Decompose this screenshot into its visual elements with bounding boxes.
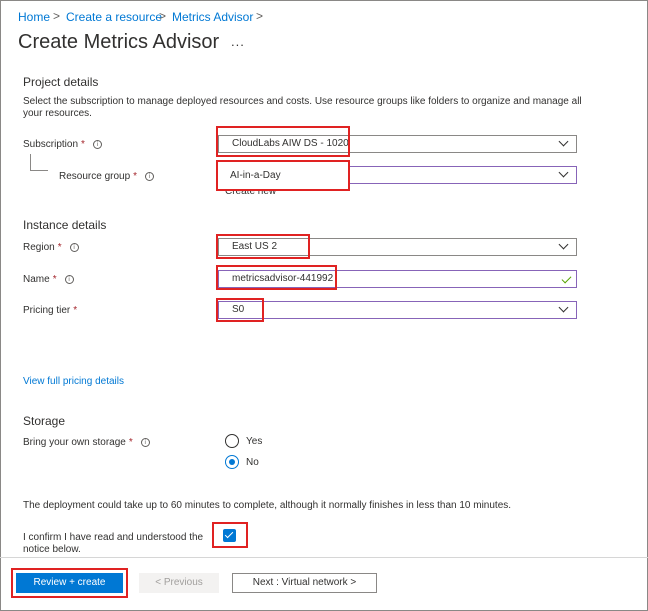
instance-details-heading: Instance details — [23, 218, 107, 232]
confirm-label-line1: I confirm I have read and understood the — [23, 532, 204, 543]
breadcrumb-metrics-advisor[interactable]: Metrics Advisor — [172, 10, 253, 24]
subscription-label: Subscription * i — [23, 139, 102, 150]
resource-group-value-overlay: AI-in-a-Day — [230, 170, 281, 181]
name-label-text: Name — [23, 274, 50, 285]
project-details-description: Select the subscription to manage deploy… — [23, 96, 582, 119]
project-details-heading: Project details — [23, 75, 99, 89]
chevron-right-icon: > — [256, 9, 264, 23]
byos-no-label: No — [246, 457, 259, 468]
tree-connector — [30, 154, 48, 171]
subscription-label-text: Subscription — [23, 139, 79, 150]
chevron-down-icon — [558, 167, 569, 178]
info-icon[interactable]: i — [92, 140, 102, 149]
info-icon[interactable]: i — [64, 275, 74, 284]
info-icon[interactable]: i — [140, 438, 150, 447]
highlight-name — [216, 265, 337, 290]
byos-yes-label: Yes — [246, 436, 263, 447]
info-icon[interactable]: i — [145, 172, 155, 181]
required-marker: * — [73, 305, 78, 316]
highlight-pricing-tier — [216, 298, 264, 322]
deployment-notice: The deployment could take up to 60 minut… — [23, 500, 512, 511]
confirm-label-line2: notice below. — [23, 544, 81, 555]
footer-divider — [0, 557, 648, 558]
breadcrumb-home[interactable]: Home — [18, 10, 50, 24]
resource-group-label: Resource group * i — [59, 171, 155, 182]
pricing-tier-dropdown[interactable]: S0 — [218, 301, 577, 319]
page-title: Create Metrics Advisor — [18, 31, 220, 53]
byos-no-radio[interactable] — [225, 455, 239, 469]
highlight-subscription — [216, 126, 350, 157]
previous-button[interactable]: < Previous — [139, 573, 219, 593]
byos-yes-radio[interactable] — [225, 434, 239, 448]
storage-heading: Storage — [23, 414, 66, 428]
highlight-confirm — [212, 522, 248, 548]
pricing-tier-label: Pricing tier * — [23, 305, 77, 316]
required-marker: * — [81, 139, 85, 150]
chevron-down-icon — [558, 302, 569, 313]
required-marker: * — [133, 171, 138, 182]
chevron-down-icon — [558, 136, 569, 147]
region-label: Region * i — [23, 242, 79, 253]
required-marker: * — [128, 437, 133, 448]
name-label: Name * i — [23, 274, 74, 285]
required-marker: * — [57, 242, 62, 253]
byos-label: Bring your own storage * i — [23, 437, 150, 448]
chevron-right-icon: > — [159, 9, 167, 23]
required-marker: * — [52, 274, 57, 285]
resource-group-label-text: Resource group — [59, 171, 131, 182]
highlight-review-create — [11, 568, 128, 598]
highlight-region — [216, 234, 310, 259]
confirm-label: I confirm I have read and understood the… — [23, 532, 203, 556]
checkmark-icon — [561, 273, 572, 284]
chevron-right-icon: > — [53, 9, 61, 23]
pricing-tier-label-text: Pricing tier — [23, 305, 71, 316]
more-options-icon[interactable]: ... — [231, 34, 245, 49]
chevron-down-icon — [558, 239, 569, 250]
byos-label-text: Bring your own storage — [23, 437, 126, 448]
info-icon[interactable]: i — [69, 243, 79, 252]
view-pricing-link[interactable]: View full pricing details — [23, 376, 124, 387]
region-label-text: Region — [23, 242, 55, 253]
next-button[interactable]: Next : Virtual network > — [232, 573, 377, 593]
breadcrumb-create-resource[interactable]: Create a resource — [66, 10, 162, 24]
